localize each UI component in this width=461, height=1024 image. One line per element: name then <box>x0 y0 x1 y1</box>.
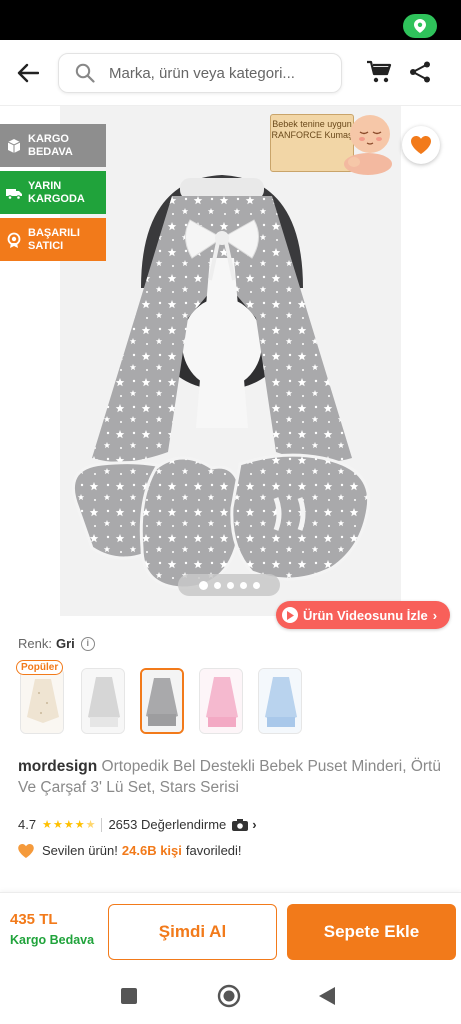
add-to-cart-button[interactable]: Sepete Ekle <box>287 904 456 960</box>
rating-stars: ★ ★ ★ ★ ★ <box>42 818 95 831</box>
variant-thumbnail-blue[interactable] <box>258 668 302 734</box>
price: 435 TL <box>10 911 58 928</box>
purchase-bar: 435 TL Kargo Bedava Şimdi Al Sepete Ekle <box>0 892 461 972</box>
medal-icon <box>7 232 21 248</box>
info-icon[interactable]: i <box>80 636 95 651</box>
star-icon: ★ <box>74 819 85 831</box>
brand-name[interactable]: mordesign <box>18 758 97 775</box>
play-icon <box>282 607 298 623</box>
color-value: Gri <box>55 636 75 651</box>
review-count: 2653 Değerlendirme <box>108 817 227 832</box>
pagination-dot <box>213 581 221 589</box>
buy-now-button[interactable]: Şimdi Al <box>108 904 277 960</box>
back-nav-icon[interactable] <box>318 986 336 1006</box>
product-image <box>72 174 371 590</box>
top-app-bar: Marka, ürün veya kategori... <box>0 40 461 106</box>
product-image-gallery[interactable]: KARGO BEDAVA YARIN KARGODA BAŞARILI SATI… <box>0 106 461 630</box>
camera-icon <box>232 818 249 831</box>
ranforce-fabric-label: Bebek tenine uygun RANFORCE Kumaş <box>270 110 396 176</box>
star-icon: ★ <box>42 819 52 831</box>
favorite-suffix: favoriledi! <box>185 843 242 858</box>
watch-video-button[interactable]: Ürün Videosunu İzle › <box>276 601 450 629</box>
badge-label: KARGO BEDAVA <box>28 132 73 158</box>
popular-badge: Popüler <box>16 660 64 675</box>
location-pin-icon <box>414 19 426 33</box>
favorite-prefix: Sevilen ürün! <box>42 843 118 858</box>
color-selector-label: Renk: Gri i <box>18 636 95 651</box>
variant-thumbnail-gray-stars[interactable] <box>140 668 184 734</box>
product-title: mordesign Ortopedik Bel Destekli Bebek P… <box>18 756 443 798</box>
back-button[interactable] <box>12 58 44 88</box>
chevron-right-icon: › <box>252 817 257 832</box>
home-icon[interactable] <box>217 984 241 1008</box>
heart-icon <box>411 136 431 154</box>
variant-image <box>82 669 124 733</box>
badge-free-shipping: KARGO BEDAVA <box>0 124 106 167</box>
star-half-icon: ★ <box>85 819 96 831</box>
share-icon <box>410 61 430 83</box>
variant-image <box>259 669 301 733</box>
pagination-dot <box>198 580 208 590</box>
search-placeholder: Marka, ürün veya kategori... <box>109 64 295 82</box>
variant-image <box>142 670 182 732</box>
location-indicator <box>403 14 437 38</box>
cart-button[interactable] <box>366 60 394 86</box>
pagination-dot <box>226 581 234 589</box>
star-icon: ★ <box>63 819 74 831</box>
variant-image <box>21 669 63 733</box>
heart-icon <box>18 843 34 858</box>
divider <box>101 817 103 832</box>
rating-summary[interactable]: 4.7 ★ ★ ★ ★ ★ 2653 Değerlendirme › <box>18 817 257 832</box>
box-icon <box>7 138 21 153</box>
search-icon <box>75 63 95 83</box>
watch-video-label: Ürün Videosunu İzle <box>303 607 428 623</box>
share-button[interactable] <box>408 60 436 86</box>
variant-thumbnail-cream[interactable] <box>20 668 64 734</box>
star-icon: ★ <box>52 819 63 831</box>
search-input[interactable]: Marka, ürün veya kategori... <box>58 53 342 93</box>
pagination-dot <box>252 581 260 589</box>
favorite-button[interactable] <box>402 126 440 164</box>
favorite-info: Sevilen ürün! 24.6B kişi favoriledi! <box>18 843 242 858</box>
shopping-cart-icon <box>367 60 392 83</box>
sleeping-baby-illustration <box>344 115 392 175</box>
shipping-info: Kargo Bedava <box>10 933 95 947</box>
truck-icon <box>6 188 22 200</box>
gallery-pagination <box>178 574 280 596</box>
variant-image <box>200 669 242 733</box>
rating-score: 4.7 <box>18 817 37 832</box>
status-bar <box>0 0 461 40</box>
arrow-left-icon <box>17 63 39 83</box>
favorite-count: 24.6B kişi <box>121 843 182 858</box>
pagination-dot <box>239 581 247 589</box>
system-navigation-bar <box>0 972 461 1024</box>
color-label: Renk: <box>18 636 52 651</box>
variant-thumbnail-pink[interactable] <box>199 668 243 734</box>
recents-icon[interactable] <box>120 987 138 1005</box>
variant-thumbnail-gray-white[interactable] <box>81 668 125 734</box>
chevron-right-icon: › <box>432 607 438 623</box>
